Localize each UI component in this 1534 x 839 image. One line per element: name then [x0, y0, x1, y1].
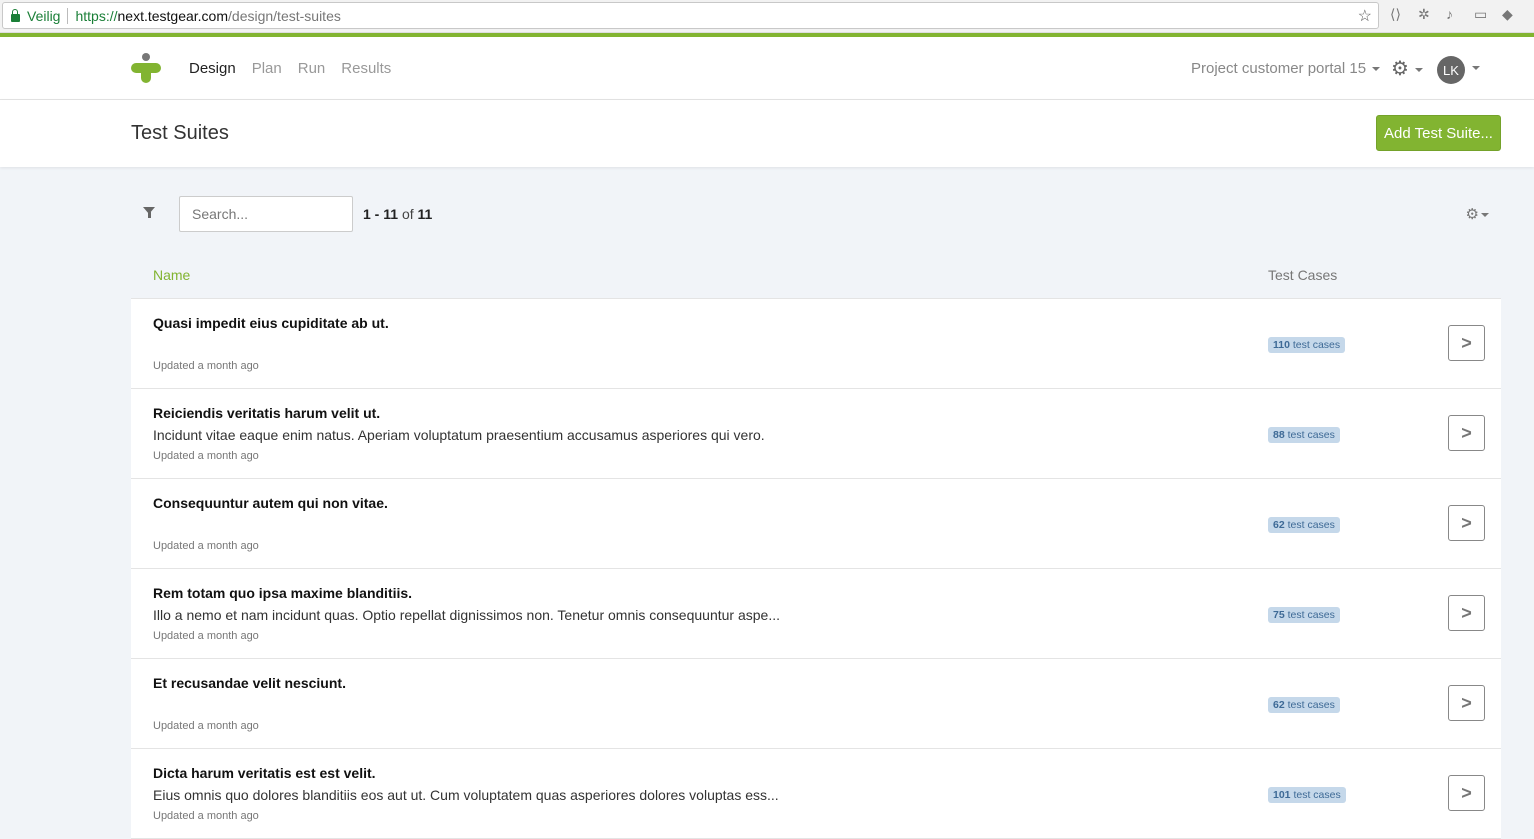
open-suite-button[interactable]: >	[1448, 595, 1485, 631]
top-nav: Design Plan Run Results Project customer…	[0, 37, 1534, 100]
count: 62	[1273, 699, 1285, 711]
chevron-down-icon	[1414, 67, 1423, 72]
divider	[67, 7, 69, 24]
pagination-count: 1 - 11 of 11	[363, 206, 433, 222]
range-start: 1	[363, 206, 371, 222]
extension-bird-icon[interactable]: ♪	[1446, 6, 1453, 22]
open-suite-button[interactable]: >	[1448, 505, 1485, 541]
suite-title[interactable]: Quasi impedit eius cupiditate ab ut.	[153, 315, 389, 331]
chevron-right-icon: >	[1461, 332, 1472, 353]
suite-title[interactable]: Dicta harum veritatis est est velit.	[153, 765, 376, 781]
test-case-count-badge: 62 test cases	[1268, 517, 1340, 533]
open-suite-button[interactable]: >	[1448, 415, 1485, 451]
count-label: test cases	[1287, 699, 1335, 711]
add-test-suite-button[interactable]: Add Test Suite...	[1376, 115, 1501, 151]
column-header-test-cases: Test Cases	[1268, 267, 1338, 283]
open-suite-button[interactable]: >	[1448, 775, 1485, 811]
suite-updated: Updated a month ago	[153, 540, 259, 552]
gear-icon: ⚙	[1465, 206, 1479, 223]
url-host: next.testgear.com	[117, 7, 229, 24]
count: 75	[1273, 609, 1285, 621]
count: 110	[1273, 339, 1290, 351]
chevron-down-icon	[1481, 213, 1489, 218]
suite-description: Incidunt vitae eaque enim natus. Aperiam…	[153, 427, 765, 443]
count-label: test cases	[1287, 519, 1335, 531]
open-suite-button[interactable]: >	[1448, 325, 1485, 361]
count: 62	[1273, 519, 1285, 531]
column-header-name[interactable]: Name	[153, 267, 190, 283]
browser-toolbar: Veilig https://next.testgear.com/design/…	[0, 0, 1534, 33]
logo-icon[interactable]	[131, 53, 161, 85]
count-label: test cases	[1287, 429, 1335, 441]
project-name: Project customer portal 15	[1191, 60, 1367, 77]
suite-description: Eius omnis quo dolores blanditiis eos au…	[153, 787, 779, 803]
gear-icon: ⚙	[1391, 58, 1409, 80]
table-row[interactable]: Rem totam quo ipsa maxime blanditiis. Il…	[131, 569, 1501, 659]
table-row[interactable]: Dicta harum veritatis est est velit. Eiu…	[131, 749, 1501, 839]
suite-updated: Updated a month ago	[153, 720, 259, 732]
suite-list: Quasi impedit eius cupiditate ab ut. Upd…	[131, 298, 1501, 839]
open-suite-button[interactable]: >	[1448, 685, 1485, 721]
chevron-right-icon: >	[1461, 422, 1472, 443]
extension-code-icon[interactable]: ⟨⟩	[1390, 6, 1401, 23]
test-case-count-badge: 110 test cases	[1268, 337, 1346, 353]
test-case-count-badge: 88 test cases	[1268, 427, 1340, 443]
chevron-right-icon: >	[1461, 512, 1472, 533]
suite-title[interactable]: Et recusandae velit nesciunt.	[153, 675, 346, 691]
table-row[interactable]: Quasi impedit eius cupiditate ab ut. Upd…	[131, 299, 1501, 389]
test-case-count-badge: 75 test cases	[1268, 607, 1340, 623]
extension-gear-icon[interactable]: ✲	[1418, 6, 1430, 23]
cast-icon[interactable]: ▭	[1474, 6, 1487, 23]
settings-menu[interactable]: ⚙	[1391, 56, 1423, 81]
table-row[interactable]: Consequuntur autem qui non vitae. Update…	[131, 479, 1501, 569]
suite-updated: Updated a month ago	[153, 630, 259, 642]
suite-updated: Updated a month ago	[153, 450, 259, 462]
page-header: Test Suites Add Test Suite...	[0, 100, 1534, 167]
chevron-right-icon: >	[1461, 692, 1472, 713]
url-path: /design/test-suites	[228, 7, 341, 24]
chevron-down-icon	[1372, 67, 1381, 72]
avatar[interactable]: LK	[1437, 56, 1465, 84]
suite-title[interactable]: Rem totam quo ipsa maxime blanditiis.	[153, 585, 412, 601]
suite-updated: Updated a month ago	[153, 810, 259, 822]
count-label: test cases	[1293, 789, 1341, 801]
nav-design[interactable]: Design	[189, 60, 236, 77]
chevron-right-icon: >	[1461, 782, 1472, 803]
nav-results[interactable]: Results	[341, 60, 391, 77]
page-title: Test Suites	[131, 122, 229, 144]
extension-puzzle-icon[interactable]: ◆	[1502, 6, 1513, 23]
table-row[interactable]: Reiciendis veritatis harum velit ut. Inc…	[131, 389, 1501, 479]
project-selector[interactable]: Project customer portal 15	[1191, 60, 1381, 77]
search-input[interactable]	[179, 196, 353, 232]
lock-icon	[11, 8, 20, 22]
address-bar[interactable]: Veilig https://next.testgear.com/design/…	[2, 2, 1379, 29]
bookmark-star-icon[interactable]: ☆	[1358, 6, 1372, 26]
count: 101	[1273, 789, 1291, 801]
test-case-count-badge: 101 test cases	[1268, 787, 1346, 803]
url-scheme: https://	[75, 7, 118, 24]
suite-title[interactable]: Reiciendis veritatis harum velit ut.	[153, 405, 380, 421]
chevron-right-icon: >	[1461, 602, 1472, 623]
suite-description: Illo a nemo et nam incidunt quas. Optio …	[153, 607, 780, 623]
suite-title[interactable]: Consequuntur autem qui non vitae.	[153, 495, 388, 511]
url[interactable]: https://next.testgear.com/design/test-su…	[75, 8, 340, 24]
range-end: 11	[383, 206, 399, 222]
range-total: 11	[417, 206, 433, 222]
suite-updated: Updated a month ago	[153, 360, 259, 372]
list-toolbar: 1 - 11 of 11 ⚙	[131, 196, 1501, 232]
table-settings[interactable]: ⚙	[1466, 205, 1489, 223]
count: 88	[1273, 429, 1285, 441]
range-of: of	[401, 206, 414, 222]
table-row[interactable]: Et recusandae velit nesciunt. Updated a …	[131, 659, 1501, 749]
chevron-down-icon[interactable]	[1472, 66, 1480, 70]
test-case-count-badge: 62 test cases	[1268, 697, 1340, 713]
filter-icon[interactable]	[143, 207, 155, 218]
count-label: test cases	[1292, 339, 1341, 351]
count-label: test cases	[1287, 609, 1335, 621]
nav-run[interactable]: Run	[298, 60, 326, 77]
nav-plan[interactable]: Plan	[252, 60, 282, 77]
secure-label: Veilig	[27, 7, 61, 24]
